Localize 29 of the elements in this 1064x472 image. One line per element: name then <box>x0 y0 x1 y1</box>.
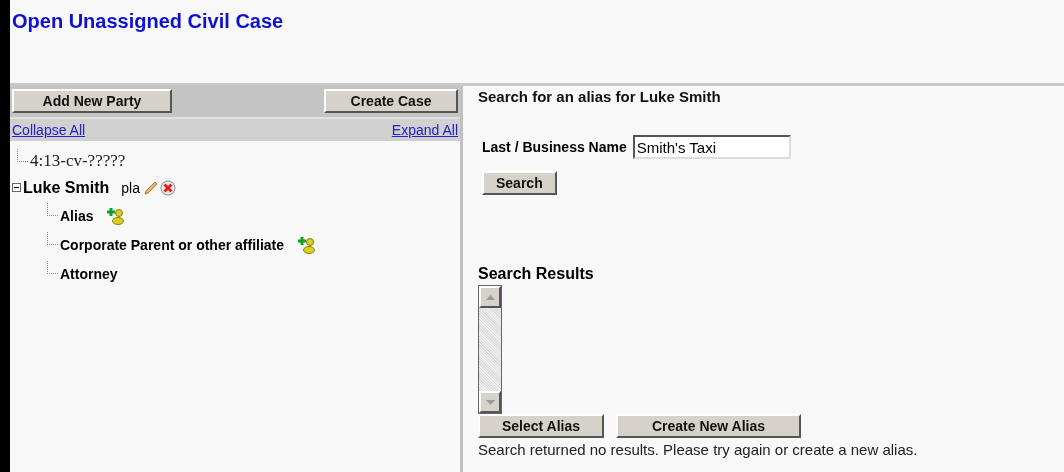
business-name-field[interactable]: Smith's Taxi <box>632 135 791 159</box>
add-party-button[interactable]: Add New Party <box>12 89 172 113</box>
search-heading: Search for an alias for Luke Smith <box>478 88 721 105</box>
collapse-toggle-icon[interactable] <box>12 183 21 192</box>
field-label: Last / Business Name <box>482 139 627 155</box>
delete-icon[interactable] <box>159 179 176 196</box>
tree-item[interactable]: Alias <box>60 207 94 224</box>
status-message: Search returned no results. Please try again or create a new alias. <box>478 441 918 458</box>
up-arrow-icon <box>485 294 495 300</box>
results-heading: Search Results <box>478 265 594 283</box>
page-title: Open Unassigned Civil Case <box>12 10 285 33</box>
down-arrow-icon <box>485 399 495 405</box>
add-person-icon[interactable] <box>107 206 126 225</box>
tree-item[interactable]: Corporate Parent or other affiliate <box>60 236 285 253</box>
case-number: 4:13-cv-????? <box>30 150 126 171</box>
add-person-icon[interactable] <box>298 235 317 254</box>
party-role: pla <box>121 179 140 196</box>
scroll-down-button[interactable] <box>479 391 501 413</box>
party-name[interactable]: Luke Smith <box>23 178 110 197</box>
scroll-up-button[interactable] <box>479 286 501 308</box>
create-alias-button[interactable]: Create New Alias <box>616 414 801 438</box>
select-alias-button[interactable]: Select Alias <box>478 414 604 438</box>
expand-all-link[interactable]: Expand All <box>391 122 458 138</box>
search-button[interactable]: Search <box>482 171 557 195</box>
create-case-button[interactable]: Create Case <box>324 89 458 113</box>
pencil-icon[interactable] <box>141 179 158 196</box>
tree-item[interactable]: Attorney <box>60 265 118 282</box>
collapse-all-link[interactable]: Collapse All <box>12 122 86 138</box>
results-list[interactable] <box>478 285 502 414</box>
